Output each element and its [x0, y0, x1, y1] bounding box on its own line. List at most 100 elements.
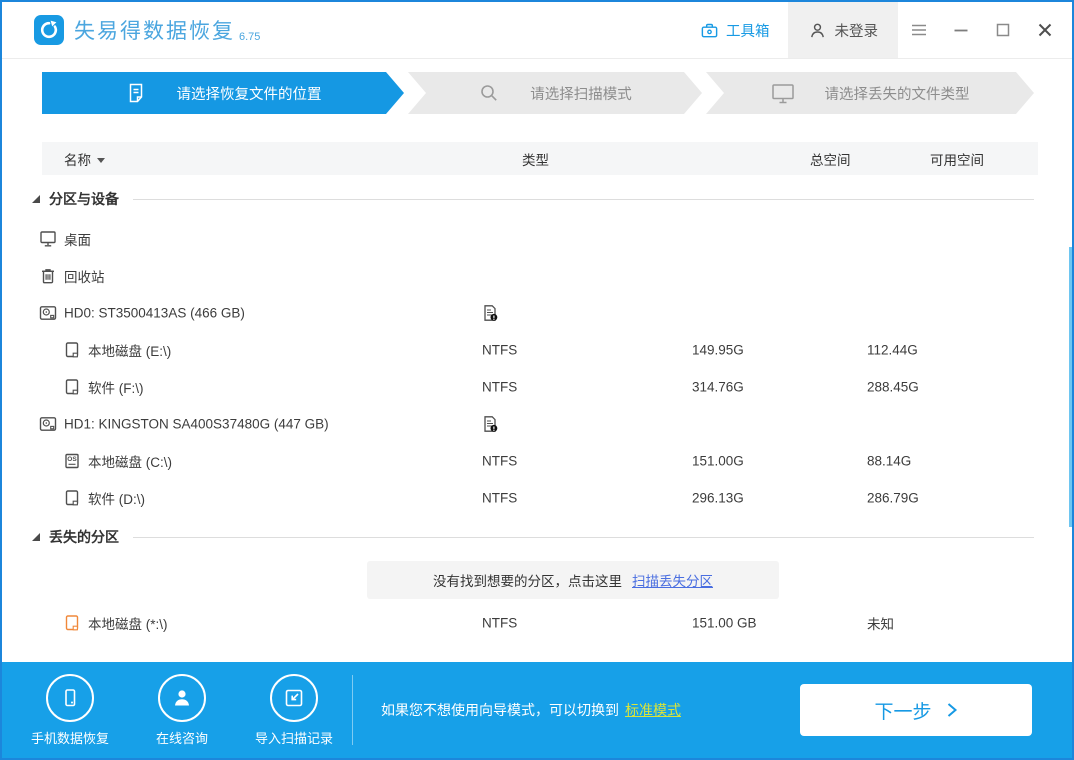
device-row[interactable]: HD1: KINGSTON SA400S37480G (447 GB) [2, 405, 1072, 442]
login-button[interactable]: 未登录 [788, 2, 899, 58]
column-header-name[interactable]: 名称 [64, 149, 105, 169]
column-header-total: 总空间 [810, 149, 851, 169]
wizard-steps: 请选择恢复文件的位置 请选择扫描模式 请选择丢失的文件类型 [42, 72, 1034, 114]
login-status-label: 未登录 [835, 20, 879, 41]
standard-mode-link[interactable]: 标准模式 [625, 702, 681, 718]
menu-button[interactable] [898, 2, 940, 58]
total-space: 151.00G [692, 453, 744, 468]
device-name: 回收站 [64, 266, 105, 286]
hard-drive-icon [38, 303, 58, 323]
scrollbar-thumb[interactable] [1069, 247, 1072, 527]
step-select-scan-mode[interactable]: 请选择扫描模式 [408, 72, 702, 114]
partition-icon [62, 340, 82, 360]
monitor-icon [771, 82, 795, 105]
section-title: 分区与设备 [49, 189, 119, 209]
os-partition-icon: OS [62, 451, 82, 471]
free-space: 未知 [867, 613, 894, 633]
hamburger-menu-icon [909, 20, 929, 40]
toolbox-icon [700, 21, 719, 40]
app-window: 失易得数据恢复 6.75 工具箱 [0, 0, 1074, 760]
fs-type: NTFS [482, 342, 517, 357]
device-row[interactable]: 桌面 [2, 220, 1072, 257]
chevron-right-icon [946, 702, 958, 718]
column-header-type: 类型 [522, 149, 549, 169]
total-space: 149.95G [692, 342, 744, 357]
action-label: 导入扫描记录 [255, 728, 333, 747]
device-row[interactable]: 回收站 [2, 257, 1072, 294]
device-row[interactable]: 软件 (D:\) NTFS 296.13G 286.79G [2, 479, 1072, 516]
lost-partition-notice-row: 没有找到想要的分区，点击这里扫描丢失分区 [2, 558, 1072, 604]
close-button[interactable] [1024, 2, 1066, 58]
section-header[interactable]: 分区与设备 [2, 178, 1072, 220]
minimize-icon [951, 20, 971, 40]
step-select-file-type[interactable]: 请选择丢失的文件类型 [706, 72, 1034, 114]
device-row[interactable]: HD0: ST3500413AS (466 GB) [2, 294, 1072, 331]
maximize-button[interactable] [982, 2, 1024, 58]
device-name: 软件 (D:\) [88, 488, 145, 508]
device-row[interactable]: 本地磁盘 (E:\)NTFS149.95G112.44G [2, 331, 1072, 368]
app-version: 6.75 [239, 31, 260, 43]
section-divider [133, 199, 1034, 200]
desktop-icon [38, 229, 58, 249]
notice-text: 没有找到想要的分区，点击这里 [433, 570, 622, 590]
column-header-free: 可用空间 [930, 149, 984, 169]
fs-type: NTFS [482, 490, 517, 505]
online-consult-button[interactable]: 在线咨询 [138, 674, 226, 747]
step-select-location[interactable]: 请选择恢复文件的位置 [42, 72, 404, 114]
device-name: 本地磁盘 (*:\) [88, 613, 168, 633]
search-icon [478, 82, 500, 104]
collapse-triangle-icon [32, 195, 40, 203]
action-label: 手机数据恢复 [31, 728, 109, 747]
app-title: 失易得数据恢复 [74, 15, 235, 45]
toolbox-label: 工具箱 [726, 20, 770, 41]
free-space: 112.44G [867, 342, 918, 357]
footer-actions: 手机数据恢复 在线咨询 [26, 674, 338, 747]
free-space: 286.79G [867, 490, 919, 505]
hard-drive-icon [38, 414, 58, 434]
user-icon [808, 21, 827, 40]
fs-type: NTFS [482, 615, 517, 630]
lost-partition-notice: 没有找到想要的分区，点击这里扫描丢失分区 [367, 561, 779, 599]
total-space: 151.00 GB [692, 615, 757, 630]
footer-divider [352, 675, 353, 745]
import-scan-record-button[interactable]: 导入扫描记录 [250, 674, 338, 747]
device-row[interactable]: 本地磁盘 (*:\) NTFS 151.00 GB 未知 [2, 604, 1072, 641]
mode-switch-text: 如果您不想使用向导模式，可以切换到标准模式 [381, 700, 681, 720]
phone-recovery-button[interactable]: 手机数据恢复 [26, 674, 114, 747]
device-row[interactable]: 软件 (F:\)NTFS314.76G288.45G [2, 368, 1072, 405]
section-divider [133, 537, 1034, 538]
action-label: 在线咨询 [156, 728, 208, 747]
document-icon [125, 82, 147, 104]
free-space: 88.14G [867, 453, 911, 468]
partition-icon [62, 488, 82, 508]
scan-lost-partitions-link[interactable]: 扫描丢失分区 [632, 570, 713, 590]
section-header[interactable]: 丢失的分区 [2, 516, 1072, 558]
device-row[interactable]: OS 本地磁盘 (C:\) NTFS 151.00G 88.14G [2, 442, 1072, 479]
fs-type: NTFS [482, 453, 517, 468]
disk-info-icon [480, 303, 500, 323]
device-name: 桌面 [64, 229, 91, 249]
sort-caret-icon [97, 158, 105, 163]
device-name: 软件 (F:\) [88, 377, 144, 397]
free-space: 288.45G [867, 379, 919, 394]
close-icon [1035, 20, 1055, 40]
step-label: 请选择扫描模式 [530, 83, 632, 104]
import-icon [270, 674, 318, 722]
consultant-icon [158, 674, 206, 722]
title-bar: 失易得数据恢复 6.75 工具箱 [2, 2, 1072, 59]
total-space: 296.13G [692, 490, 744, 505]
svg-text:OS: OS [67, 456, 77, 463]
minimize-button[interactable] [940, 2, 982, 58]
device-name: 本地磁盘 (C:\) [88, 451, 172, 471]
footer-bar: 手机数据恢复 在线咨询 [2, 662, 1072, 758]
section-title: 丢失的分区 [49, 527, 119, 547]
maximize-icon [993, 20, 1013, 40]
disk-info-icon [480, 414, 500, 434]
recycle-bin-icon [38, 266, 58, 286]
collapse-triangle-icon [32, 533, 40, 541]
fs-type: NTFS [482, 379, 517, 394]
next-step-button[interactable]: 下一步 [800, 684, 1032, 736]
app-logo-icon [34, 15, 64, 45]
toolbox-button[interactable]: 工具箱 [682, 2, 788, 58]
device-name: HD1: KINGSTON SA400S37480G (447 GB) [64, 416, 329, 431]
